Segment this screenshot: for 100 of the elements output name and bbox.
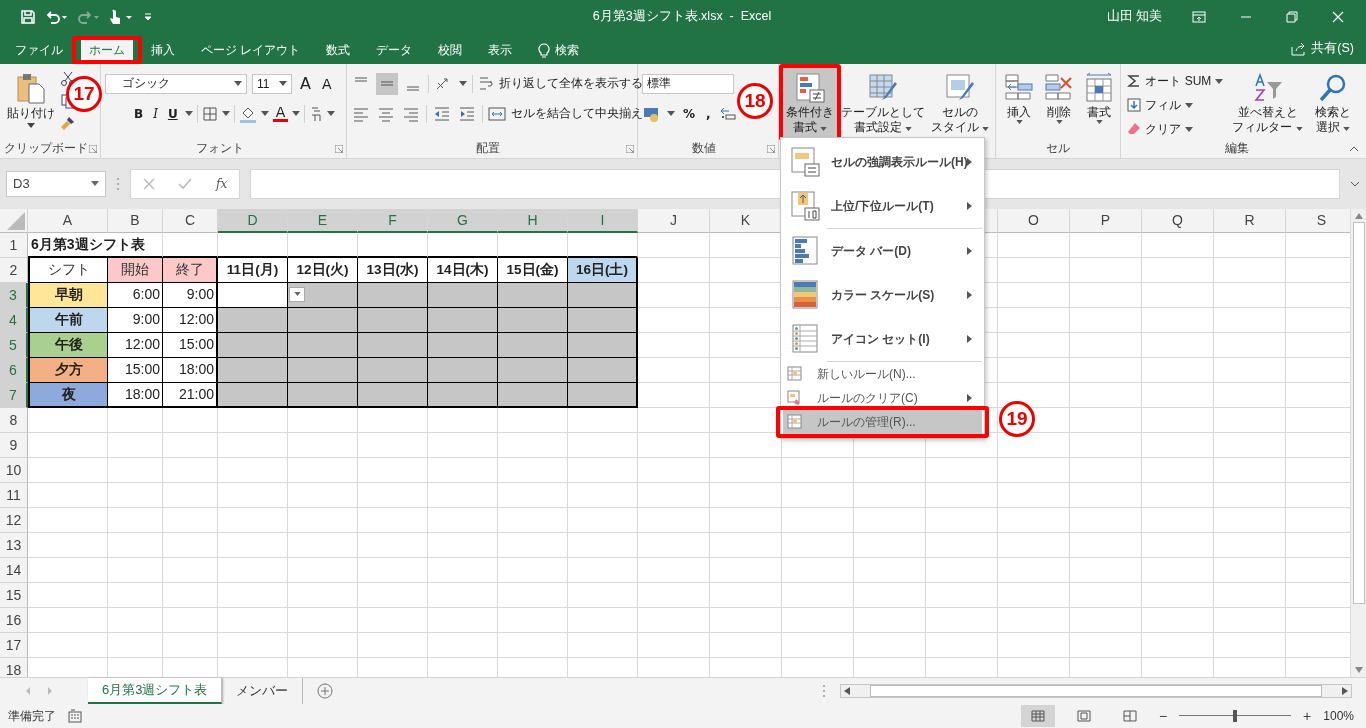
styles-button[interactable]: セルの スタイル — [929, 67, 992, 137]
italic-button[interactable]: I — [150, 106, 161, 121]
row-header[interactable]: 8 — [0, 407, 28, 433]
group-label: 編集 — [1224, 140, 1249, 158]
column-header[interactable]: J — [638, 208, 710, 233]
paste-label: 貼り付け — [7, 104, 55, 122]
fill-button[interactable]: フィル — [1127, 94, 1224, 116]
autosum-button[interactable]: オート SUM — [1127, 70, 1224, 92]
menu-item-label: セルの強調表示ルール(H) — [831, 153, 968, 171]
column-header[interactable]: P — [1070, 208, 1142, 233]
row-header[interactable]: 1 — [0, 232, 28, 258]
status-text: 準備完了 — [8, 707, 56, 725]
menu-item-label: カラー スケール(S) — [831, 286, 935, 304]
comma-button[interactable]: , — [703, 106, 714, 121]
menu-item[interactable]: アイコン セット(I) — [783, 317, 982, 361]
share-button[interactable]: 共有(S) — [1311, 40, 1354, 58]
row-header[interactable]: 16 — [0, 607, 28, 633]
menu-item[interactable]: データ バー(D) — [783, 229, 982, 273]
zoom-out-button[interactable]: − — [1158, 708, 1168, 725]
row-header[interactable]: 12 — [0, 507, 28, 533]
group-label: セル — [1046, 140, 1071, 158]
column-header[interactable]: E — [288, 208, 358, 233]
row-header[interactable]: 17 — [0, 632, 28, 658]
column-header[interactable]: F — [358, 208, 428, 233]
group-label: 数値 — [692, 140, 716, 158]
font-color-button[interactable]: A — [272, 105, 289, 123]
menu-item-label: 上位/下位ルール(T) — [831, 197, 934, 215]
column-header[interactable]: D — [218, 208, 288, 233]
sort-filter-button[interactable]: 並べ替えと フィルター — [1229, 67, 1306, 136]
shrink-font-button[interactable]: A — [318, 75, 335, 92]
number-format-field[interactable]: 標準 — [642, 73, 734, 94]
row-header[interactable]: 3 — [0, 282, 28, 308]
column-header[interactable]: O — [998, 208, 1070, 233]
table-cell: 9:00 — [108, 307, 163, 333]
column-header[interactable]: G — [428, 208, 498, 233]
column-header[interactable]: A — [28, 208, 108, 233]
row-header[interactable]: 5 — [0, 332, 28, 358]
bold-button[interactable]: B — [131, 106, 147, 121]
menu-item[interactable]: 上位/下位ルール(T) — [783, 184, 982, 228]
column-header[interactable]: Q — [1142, 208, 1214, 233]
table-cell: 開始 — [108, 257, 163, 283]
find-select-button[interactable]: 検索と 選択 — [1307, 67, 1358, 136]
menu-item[interactable]: カラー スケール(S) — [783, 273, 982, 317]
cells-button[interactable]: 書式 — [1080, 67, 1119, 128]
row-header[interactable]: 14 — [0, 557, 28, 583]
row-header[interactable]: 13 — [0, 532, 28, 558]
wrap-text-button[interactable]: 折り返して全体を表示する — [478, 74, 643, 93]
table-cell: 12:00 — [108, 332, 163, 358]
zoom-level[interactable]: 100% — [1323, 709, 1354, 724]
ribbon-tab[interactable]: 挿入 — [143, 37, 183, 64]
cells-button[interactable]: 挿入 — [1000, 67, 1039, 128]
row-header[interactable]: 18 — [0, 657, 28, 678]
name-box[interactable]: D3 — [6, 170, 106, 197]
ribbon-tab[interactable]: 校閲 — [430, 37, 471, 64]
column-header[interactable]: I — [568, 208, 638, 233]
menu-item[interactable]: 新しいルール(N)... — [783, 362, 982, 386]
grow-font-button[interactable]: A — [297, 74, 314, 94]
paste-button[interactable]: 貼り付け — [4, 67, 58, 130]
menu-item-label: ルールのクリア(C) — [817, 389, 918, 407]
row-header[interactable]: 6 — [0, 357, 28, 383]
row-header[interactable]: 4 — [0, 307, 28, 333]
sheet-tab[interactable]: 6月第3週シフト表 — [88, 678, 223, 705]
row-header[interactable]: 10 — [0, 457, 28, 483]
table-cell: 13日(水) — [358, 257, 428, 283]
column-header[interactable]: R — [1214, 208, 1286, 233]
font-name-field[interactable]: ゴシック — [105, 73, 247, 94]
percent-button[interactable]: % — [680, 106, 699, 121]
table-cell: 11日(月) — [218, 257, 288, 283]
merge-center-button[interactable]: セルを結合して中央揃え — [488, 105, 643, 123]
table-cell: 終了 — [163, 257, 218, 283]
ribbon-tab[interactable]: データ — [368, 37, 421, 64]
row-header[interactable]: 15 — [0, 582, 28, 608]
row-header[interactable]: 9 — [0, 432, 28, 458]
search-box[interactable]: 検索 — [530, 37, 588, 64]
clear-button[interactable]: クリア — [1127, 118, 1224, 140]
column-header[interactable]: H — [498, 208, 568, 233]
zoom-in-button[interactable]: + — [1303, 708, 1312, 725]
row-header[interactable]: 11 — [0, 482, 28, 508]
cells-button[interactable]: 削除 — [1040, 67, 1079, 128]
table-cell: 午後 — [28, 332, 108, 358]
ribbon-tab[interactable]: 表示 — [480, 37, 521, 64]
table-cell: 夜 — [28, 382, 108, 408]
ribbon-tab[interactable]: ページ レイアウト — [193, 37, 309, 64]
column-header[interactable]: B — [108, 208, 163, 233]
menu-item[interactable]: ルールの管理(R)... — [783, 410, 982, 434]
underline-button[interactable]: U — [164, 106, 181, 121]
ribbon-tab[interactable]: ファイル — [7, 37, 71, 64]
styles-button[interactable]: テーブルとして 書式設定 — [839, 67, 927, 137]
styles-button[interactable]: 条件付き 書式 — [783, 67, 837, 137]
search-label: 検索 — [555, 42, 580, 60]
ribbon-tab[interactable]: 数式 — [318, 37, 359, 64]
insert-function-button[interactable]: fx — [216, 176, 228, 191]
font-size-field[interactable]: 11 — [252, 73, 292, 94]
row-header[interactable]: 2 — [0, 257, 28, 283]
menu-item[interactable]: セルの強調表示ルール(H) — [783, 140, 982, 184]
table-cell: 早朝 — [28, 282, 108, 308]
table-cell: 15:00 — [108, 357, 163, 383]
group-label: 配置 — [476, 140, 500, 158]
menu-item[interactable]: ルールのクリア(C) — [783, 386, 982, 410]
row-header[interactable]: 7 — [0, 382, 28, 408]
